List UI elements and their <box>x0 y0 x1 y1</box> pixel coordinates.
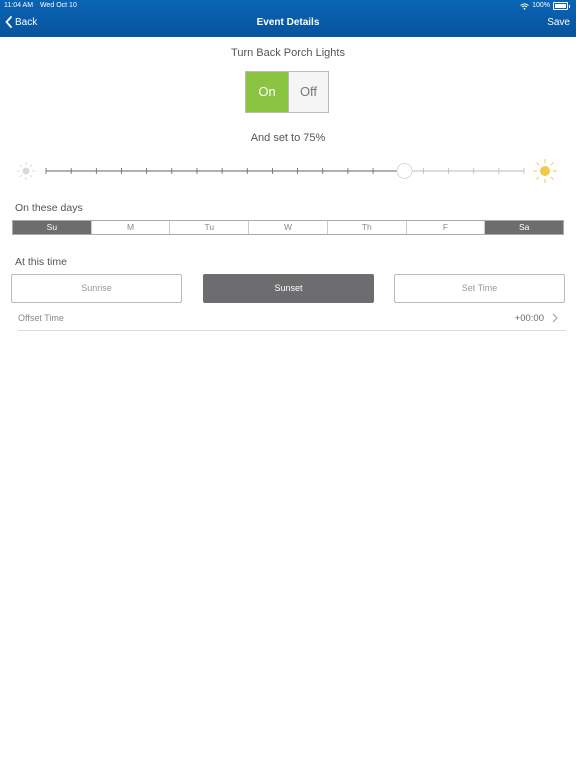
sunrise-button[interactable]: Sunrise <box>11 274 182 303</box>
day-selector: Su M Tu W Th F Sa <box>12 220 564 235</box>
status-right: 100% <box>520 0 570 12</box>
save-button[interactable]: Save <box>547 17 570 28</box>
battery-icon <box>553 2 568 10</box>
chevron-right-icon <box>552 313 558 323</box>
brightness-slider-graphic <box>17 159 557 183</box>
day-thursday[interactable]: Th <box>328 221 407 234</box>
day-tuesday[interactable]: Tu <box>170 221 250 234</box>
on-off-toggle: On Off <box>245 71 329 113</box>
status-bar: 11:04 AM Wed Oct 10 100% <box>0 0 576 12</box>
bright-sun-icon <box>533 159 557 183</box>
battery-percent: 100% <box>532 2 550 9</box>
day-friday[interactable]: F <box>407 221 486 234</box>
status-date: Wed Oct 10 <box>40 2 77 9</box>
status-time: 11:04 AM <box>4 2 34 9</box>
sunset-button[interactable]: Sunset <box>203 274 374 303</box>
offset-time-row[interactable]: Offset Time +00:00 <box>18 310 566 331</box>
battery-tip <box>569 4 570 8</box>
nav-bar: Back Event Details Save <box>0 12 576 37</box>
off-button[interactable]: Off <box>289 72 328 112</box>
slider-thumb[interactable] <box>396 163 413 179</box>
day-sunday[interactable]: Su <box>13 221 92 234</box>
day-monday[interactable]: M <box>92 221 171 234</box>
offset-time-label: Offset Time <box>18 313 64 323</box>
time-section-label: At this time <box>15 256 67 268</box>
level-heading: And set to 75% <box>250 132 326 144</box>
on-button[interactable]: On <box>246 72 289 112</box>
set-time-button[interactable]: Set Time <box>394 274 565 303</box>
brightness-slider[interactable] <box>16 157 560 185</box>
offset-time-value: +00:00 <box>514 313 544 324</box>
wifi-icon <box>520 2 529 10</box>
dim-sun-icon <box>17 162 35 180</box>
page-title: Event Details <box>256 17 320 28</box>
day-saturday[interactable]: Sa <box>485 221 564 234</box>
days-section-label: On these days <box>15 202 83 214</box>
day-wednesday[interactable]: W <box>249 221 328 234</box>
top-bar: 11:04 AM Wed Oct 10 100% Back Event Deta… <box>0 0 576 37</box>
device-heading: Turn Back Porch Lights <box>231 47 345 59</box>
